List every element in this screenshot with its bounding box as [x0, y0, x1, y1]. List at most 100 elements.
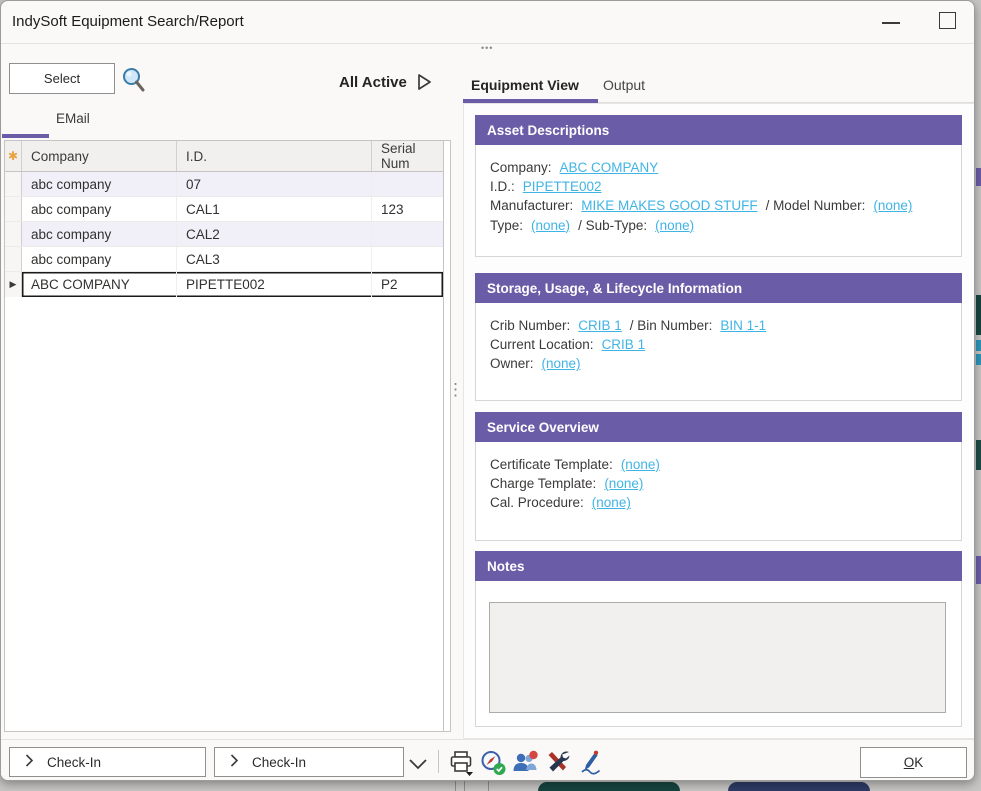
current-location-link[interactable]: CRIB 1	[602, 337, 646, 352]
id-label: I.D.:	[490, 179, 515, 194]
toolbar-divider	[438, 750, 439, 773]
print-icon[interactable]	[448, 750, 476, 781]
owner-label: Owner:	[490, 356, 534, 371]
check-in-button-1[interactable]: Check-In	[9, 747, 206, 777]
cell-company[interactable]: ABC COMPANY	[22, 272, 177, 297]
bin-number-label: / Bin Number:	[630, 318, 713, 333]
background-window-divider	[455, 781, 456, 791]
cal-procedure-label: Cal. Procedure:	[490, 495, 584, 510]
background-window-edge	[976, 440, 981, 470]
cell-id[interactable]: CAL1	[177, 197, 372, 221]
cell-company[interactable]: abc company	[22, 197, 177, 221]
type-link[interactable]: (none)	[531, 218, 570, 233]
check-in-button-2[interactable]: Check-In	[214, 747, 404, 777]
section-body-asset-descriptions: Company: ABC COMPANY I.D.: PIPETTE002 Manu…	[475, 145, 962, 257]
background-window-edge	[976, 354, 981, 365]
background-window-button	[728, 782, 870, 791]
charge-template-link[interactable]: (none)	[604, 476, 643, 491]
cell-serial[interactable]	[372, 247, 443, 271]
cell-serial[interactable]	[372, 222, 443, 246]
chevron-right-icon	[230, 754, 239, 770]
tools-icon[interactable]	[545, 750, 571, 779]
table-row-selected[interactable]: ▶ ABC COMPANY PIPETTE002 P2	[5, 272, 443, 297]
background-window-edge	[976, 556, 981, 584]
tab-equipment-view[interactable]: Equipment View	[471, 77, 579, 93]
cell-serial[interactable]	[372, 172, 443, 196]
charge-template-label: Charge Template:	[490, 476, 596, 491]
background-window-button	[538, 782, 680, 791]
selected-row-indicator-icon: ▶	[5, 272, 22, 297]
background-window-edge	[976, 168, 981, 186]
section-header-notes: Notes	[475, 551, 962, 581]
bin-number-link[interactable]: BIN 1-1	[720, 318, 766, 333]
ok-label: K	[914, 755, 923, 770]
cell-company[interactable]: abc company	[22, 247, 177, 271]
signature-pen-icon[interactable]	[577, 750, 605, 780]
cell-id[interactable]: CAL3	[177, 247, 372, 271]
main-window: IndySoft Equipment Search/Report Select …	[0, 0, 975, 781]
section-header-storage: Storage, Usage, & Lifecycle Information	[475, 273, 962, 303]
footer-toolbar: Check-In Check-In	[1, 739, 975, 781]
crib-number-link[interactable]: CRIB 1	[578, 318, 622, 333]
cell-company[interactable]: abc company	[22, 222, 177, 246]
company-label: Company:	[490, 160, 552, 175]
manufacturer-label: Manufacturer:	[490, 198, 573, 213]
maximize-button[interactable]	[939, 12, 956, 29]
column-header-id[interactable]: I.D.	[177, 141, 372, 171]
background-window-edge	[976, 340, 981, 351]
screen: IndySoft Equipment Search/Report Select …	[0, 0, 981, 791]
section-header-asset-descriptions: Asset Descriptions	[475, 115, 962, 145]
table-row[interactable]: abc company CAL1 123	[5, 197, 443, 222]
results-grid: ✱ Company I.D. Serial Num abc company 07…	[4, 140, 444, 732]
ok-button[interactable]: OK	[860, 747, 967, 778]
minimize-button[interactable]	[882, 22, 900, 24]
grid-header-row: ✱ Company I.D. Serial Num	[5, 141, 443, 172]
search-icon[interactable]	[120, 66, 147, 99]
cell-id[interactable]: CAL2	[177, 222, 372, 246]
certificate-template-link[interactable]: (none)	[621, 457, 660, 472]
cell-serial[interactable]: 123	[372, 197, 443, 221]
section-body-service-overview: Certificate Template: (none) Charge Templ…	[475, 442, 962, 541]
run-search-icon[interactable]	[416, 72, 433, 92]
active-filter-label: All Active	[339, 74, 407, 91]
manufacturer-link[interactable]: MIKE MAKES GOOD STUFF	[581, 198, 757, 213]
subtype-label: / Sub-Type:	[578, 218, 647, 233]
owner-link[interactable]: (none)	[542, 356, 581, 371]
new-row-icon: ✱	[5, 141, 22, 171]
vertical-splitter-handle[interactable]: ⋮	[447, 385, 464, 394]
tab-email[interactable]: EMail	[56, 111, 90, 126]
section-body-storage: Crib Number: CRIB 1 / Bin Number: BIN 1-1 C…	[475, 303, 962, 401]
ok-label-accelerator: O	[904, 755, 915, 770]
type-label: Type:	[490, 218, 523, 233]
company-link[interactable]: ABC COMPANY	[560, 160, 659, 175]
chevron-down-icon[interactable]	[408, 757, 428, 775]
tab-output[interactable]: Output	[603, 77, 645, 93]
cell-id[interactable]: 07	[177, 172, 372, 196]
cal-procedure-link[interactable]: (none)	[592, 495, 631, 510]
id-link[interactable]: PIPETTE002	[523, 179, 602, 194]
check-in-label: Check-In	[252, 755, 306, 770]
current-location-label: Current Location:	[490, 337, 594, 352]
panel-drag-handle[interactable]: •••	[481, 43, 493, 53]
cell-id[interactable]: PIPETTE002	[177, 272, 372, 297]
compass-check-icon[interactable]	[480, 750, 507, 781]
cell-serial[interactable]: P2	[372, 272, 443, 297]
table-row[interactable]: abc company CAL3	[5, 247, 443, 272]
subtype-link[interactable]: (none)	[655, 218, 694, 233]
model-number-label: / Model Number:	[766, 198, 866, 213]
window-title: IndySoft Equipment Search/Report	[12, 13, 244, 30]
table-row[interactable]: abc company CAL2	[5, 222, 443, 247]
crib-number-label: Crib Number:	[490, 318, 570, 333]
people-icon[interactable]	[511, 750, 539, 779]
model-number-link[interactable]: (none)	[873, 198, 912, 213]
title-bar: IndySoft Equipment Search/Report	[1, 1, 974, 44]
select-button[interactable]: Select	[9, 63, 115, 94]
column-header-company[interactable]: Company	[22, 141, 177, 171]
check-in-label: Check-In	[47, 755, 101, 770]
cell-company[interactable]: abc company	[22, 172, 177, 196]
table-row[interactable]: abc company 07	[5, 172, 443, 197]
certificate-template-label: Certificate Template:	[490, 457, 613, 472]
column-header-serial[interactable]: Serial Num	[372, 141, 443, 171]
background-window-divider	[464, 781, 465, 791]
section-header-service-overview: Service Overview	[475, 412, 962, 442]
